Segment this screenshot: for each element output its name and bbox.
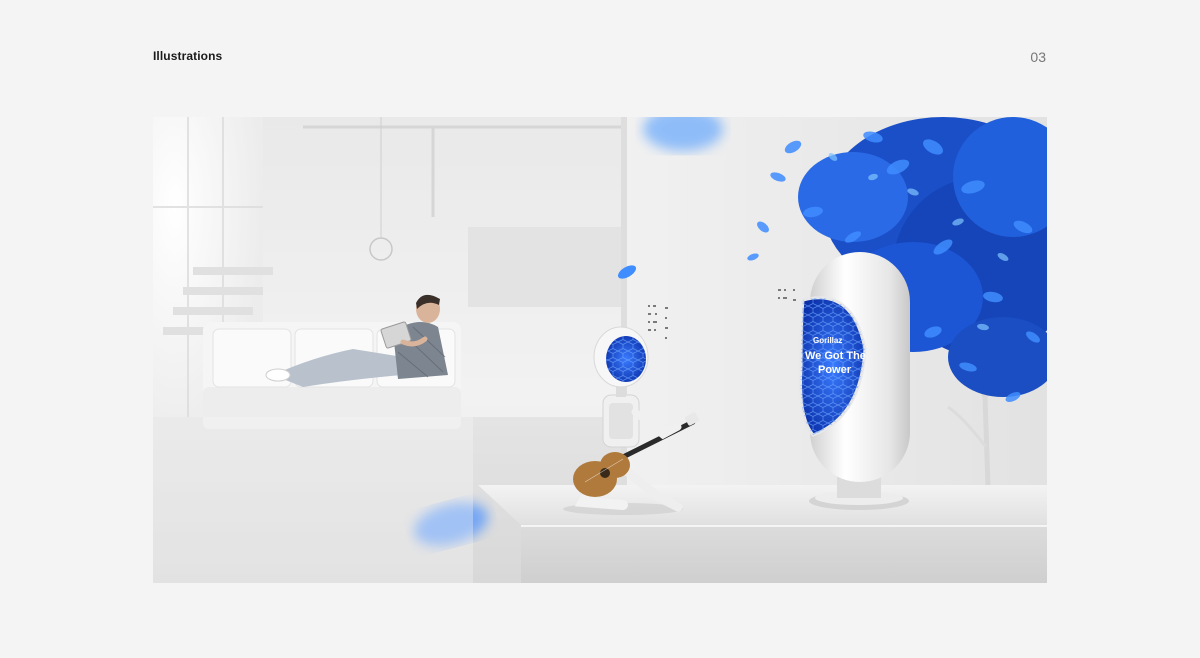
table	[478, 485, 1047, 583]
speaker-screen-line2: Power	[818, 364, 852, 376]
speaker-screen-line1: We Got The	[805, 350, 866, 362]
back-wall-niche	[468, 227, 623, 307]
page-number: 03	[1030, 49, 1046, 65]
speaker-screen-brand: Gorillaz	[813, 336, 842, 345]
section-title: Illustrations	[153, 49, 223, 63]
smart-speaker: Gorillaz We Got The Power	[799, 252, 910, 482]
hero-illustration: Gorillaz We Got The Power	[153, 117, 1047, 583]
